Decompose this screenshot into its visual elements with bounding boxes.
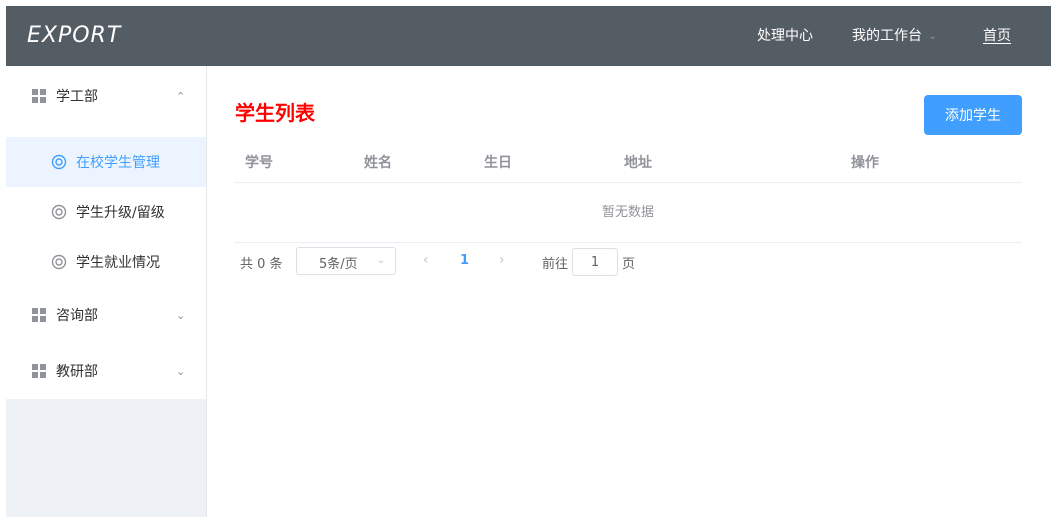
nav-my-workbench-label: 我的工作台: [852, 28, 922, 44]
main-content: 学生列表 添加学生 学号 姓名 生日 地址 操作 暂无数据 共 0 条 5条/页…: [207, 66, 1051, 517]
menu-group-zixunbu[interactable]: 咨询部 ⌄: [6, 287, 206, 343]
chevron-down-icon: ⌄: [377, 255, 386, 266]
menu-group-jiaoyanbu[interactable]: 教研部 ⌄: [6, 343, 206, 399]
sidebar: 学工部 ⌃ 在校学生管理 学生升级/留级 学生就业情况 咨询部 ⌄ 教研部 ⌄: [6, 66, 207, 517]
chevron-down-icon: ⌄: [176, 308, 186, 322]
page-unit-label: 页: [622, 257, 636, 272]
grid-icon: [32, 364, 46, 378]
nav-processing-center[interactable]: 处理中心: [757, 27, 813, 45]
lifebuoy-icon: [51, 254, 67, 270]
chevron-up-icon: ⌃: [176, 89, 186, 103]
menu-group-label: 学工部: [56, 89, 98, 105]
column-header-student-id[interactable]: 学号: [245, 152, 273, 172]
top-navbar: EXPORT 处理中心 我的工作台 ⌄ 首页: [6, 6, 1051, 66]
add-student-button[interactable]: 添加学生: [924, 95, 1022, 135]
logo: EXPORT: [27, 23, 122, 48]
page-size-select[interactable]: 5条/页 ⌄: [296, 247, 396, 275]
goto-label: 前往: [542, 257, 569, 272]
menu-item-student-employment[interactable]: 学生就业情况: [6, 237, 206, 287]
grid-icon: [32, 89, 46, 103]
grid-icon: [32, 308, 46, 322]
chevron-down-icon: ⌄: [928, 29, 938, 42]
lifebuoy-icon: [51, 204, 67, 220]
table-empty-text: 暂无数据: [234, 183, 1022, 243]
menu-item-student-promotion[interactable]: 学生升级/留级: [6, 187, 206, 237]
nav-home[interactable]: 首页: [983, 27, 1011, 45]
column-header-address[interactable]: 地址: [624, 152, 652, 172]
lifebuoy-icon: [51, 154, 67, 170]
column-header-actions[interactable]: 操作: [851, 152, 879, 172]
next-page-icon[interactable]: ›: [499, 252, 505, 268]
nav-my-workbench[interactable]: 我的工作台 ⌄: [852, 27, 937, 45]
page-size-value: 5条/页: [319, 257, 358, 272]
page-number[interactable]: 1: [460, 253, 469, 268]
app-frame: EXPORT 处理中心 我的工作台 ⌄ 首页 学工部 ⌃ 在校学生管理 学生升级…: [6, 6, 1051, 517]
column-header-birthday[interactable]: 生日: [484, 152, 512, 172]
menu-group-label: 教研部: [56, 364, 98, 380]
pagination: 共 0 条 5条/页 ⌄ ‹ 1 › 前往 页: [234, 246, 834, 276]
goto-page-input[interactable]: [572, 248, 618, 276]
menu-item-label: 在校学生管理: [76, 155, 160, 171]
menu-group-label: 咨询部: [56, 308, 98, 324]
pagination-total: 共 0 条: [240, 257, 283, 272]
table-header: 学号 姓名 生日 地址 操作: [234, 139, 1022, 183]
chevron-down-icon: ⌄: [176, 364, 186, 378]
menu-item-student-management[interactable]: 在校学生管理: [6, 137, 206, 187]
column-header-name[interactable]: 姓名: [364, 152, 392, 172]
student-table: 学号 姓名 生日 地址 操作 暂无数据: [234, 139, 1022, 243]
prev-page-icon[interactable]: ‹: [423, 252, 429, 268]
menu-item-label: 学生升级/留级: [76, 205, 165, 221]
menu-group-xuegongbu[interactable]: 学工部 ⌃: [6, 68, 206, 124]
sidebar-menu: 学工部 ⌃ 在校学生管理 学生升级/留级 学生就业情况 咨询部 ⌄ 教研部 ⌄: [6, 66, 206, 399]
page-title: 学生列表: [235, 101, 315, 125]
menu-item-label: 学生就业情况: [76, 255, 160, 271]
